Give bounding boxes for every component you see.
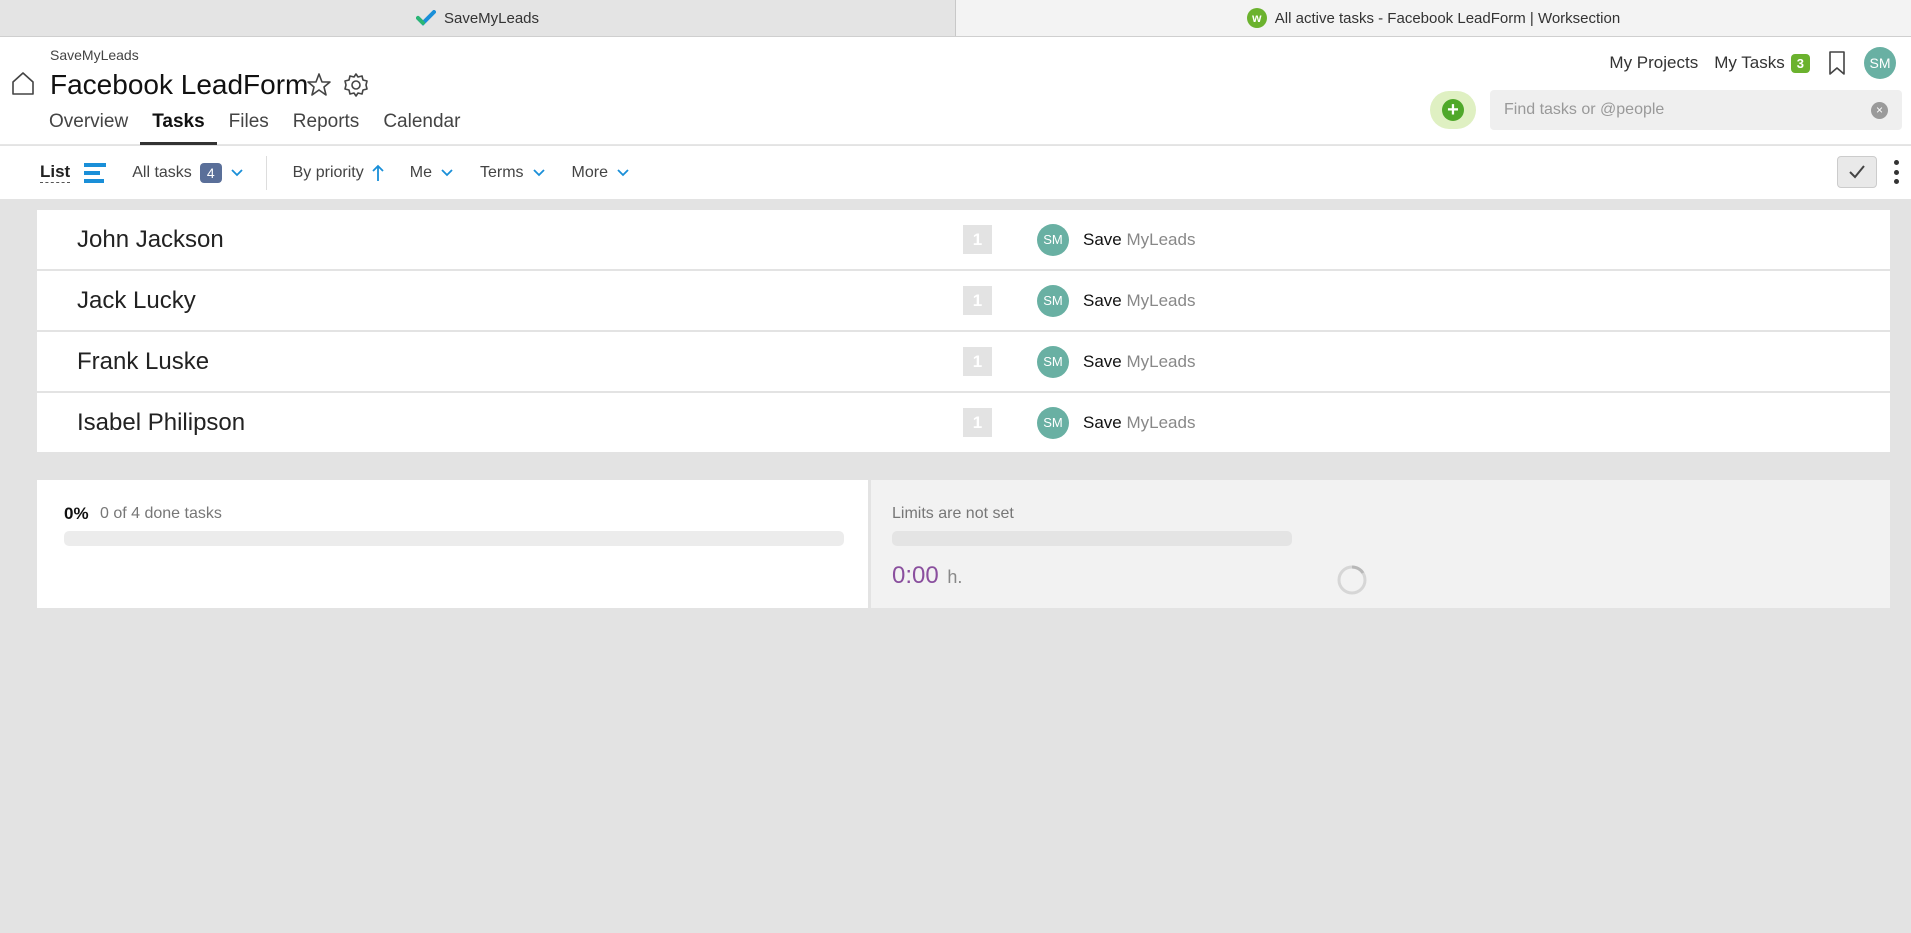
chevron-down-icon	[532, 169, 545, 177]
more-options-icon[interactable]	[1893, 160, 1899, 184]
assignee-name[interactable]: Save MyLeads	[1083, 352, 1195, 372]
tab-files[interactable]: Files	[217, 108, 281, 145]
sort-by-priority[interactable]: By priority	[293, 164, 384, 182]
tasks-toolbar: List All tasks 4 By priority Me Terms Mo…	[0, 146, 1911, 199]
browser-tab-title: SaveMyLeads	[443, 9, 540, 27]
add-task-button[interactable]: +	[1430, 91, 1476, 129]
bookmark-icon[interactable]	[1826, 50, 1848, 76]
browser-tab-savemyleads[interactable]: SaveMyLeads	[0, 0, 956, 36]
all-tasks-label: All tasks	[132, 163, 192, 181]
more-filter[interactable]: More	[572, 164, 630, 182]
chevron-down-icon	[617, 169, 629, 177]
assignee-avatar: SM	[1037, 345, 1069, 378]
tab-reports[interactable]: Reports	[281, 108, 372, 145]
page-title: Facebook LeadForm	[50, 69, 309, 100]
assignee-first: Save	[1083, 412, 1122, 432]
gear-icon[interactable]	[342, 71, 370, 99]
assignee-filter[interactable]: Me	[410, 164, 454, 182]
task-row[interactable]: John Jackson 1 SM Save MyLeads	[37, 210, 1890, 269]
tab-calendar[interactable]: Calendar	[371, 108, 472, 145]
browser-tab-title: All active tasks - Facebook LeadForm | W…	[1274, 9, 1621, 27]
task-list: John Jackson 1 SM Save MyLeads Jack Luck…	[37, 210, 1890, 454]
assignee-name[interactable]: Save MyLeads	[1083, 291, 1195, 311]
my-tasks-count-badge: 3	[1790, 54, 1810, 73]
all-tasks-filter[interactable]: All tasks 4	[132, 162, 243, 183]
tab-tasks[interactable]: Tasks	[140, 108, 217, 145]
clear-search-icon[interactable]: ×	[1871, 101, 1888, 119]
priority-badge: 1	[963, 225, 992, 254]
assignee-first: Save	[1083, 351, 1122, 371]
task-name[interactable]: Jack Lucky	[77, 287, 196, 315]
limits-bar	[892, 531, 1292, 546]
time-unit: h.	[947, 567, 963, 587]
worksection-icon: w	[1246, 8, 1267, 28]
task-count-badge: 4	[199, 162, 222, 183]
task-name[interactable]: Frank Luske	[77, 348, 209, 376]
loading-spinner-icon	[1337, 565, 1367, 595]
progress-bar	[64, 531, 844, 546]
my-tasks-link[interactable]: My Tasks 3	[1714, 53, 1810, 73]
task-row[interactable]: Isabel Philipson 1 SM Save MyLeads	[37, 393, 1890, 452]
toolbar-divider	[265, 155, 267, 190]
home-icon[interactable]	[10, 70, 36, 96]
assignee-first: Save	[1083, 229, 1122, 249]
assignee-filter-label: Me	[409, 163, 432, 181]
task-name[interactable]: John Jackson	[77, 226, 224, 254]
view-list-toggle[interactable]: List	[40, 162, 71, 183]
star-icon[interactable]	[305, 71, 333, 99]
time-limits-panel: Limits are not set 0:00 h.	[871, 480, 1890, 608]
terms-filter[interactable]: Terms	[480, 164, 546, 182]
chevron-down-icon	[230, 169, 243, 177]
stats-area: 0% 0 of 4 done tasks Limits are not set …	[37, 480, 1890, 608]
assignee-name[interactable]: Save MyLeads	[1083, 230, 1195, 250]
tab-overview[interactable]: Overview	[37, 108, 140, 145]
assignee-last: MyLeads	[1126, 229, 1196, 249]
assignee-last: MyLeads	[1126, 412, 1196, 432]
assignee-first: Save	[1083, 290, 1122, 310]
task-row[interactable]: Jack Lucky 1 SM Save MyLeads	[37, 271, 1890, 330]
more-label: More	[571, 163, 608, 181]
priority-badge: 1	[963, 347, 992, 376]
terms-label: Terms	[479, 163, 524, 181]
list-view-icon[interactable]	[84, 162, 107, 183]
task-row[interactable]: Frank Luske 1 SM Save MyLeads	[37, 332, 1890, 391]
progress-panel: 0% 0 of 4 done tasks	[37, 480, 868, 608]
show-completed-button[interactable]	[1837, 156, 1877, 188]
checkmark-icon	[1849, 165, 1865, 179]
project-header: SaveMyLeads Facebook LeadForm Overview T…	[0, 37, 1911, 145]
assignee-last: MyLeads	[1126, 351, 1196, 371]
plus-icon: +	[1442, 99, 1464, 121]
done-tasks-text: 0 of 4 done tasks	[100, 505, 222, 522]
assignee-avatar: SM	[1037, 406, 1069, 439]
priority-badge: 1	[963, 286, 992, 315]
limits-text: Limits are not set	[892, 505, 1014, 522]
assignee-name[interactable]: Save MyLeads	[1083, 413, 1195, 433]
browser-tab-strip: SaveMyLeads w All active tasks - Faceboo…	[0, 0, 1911, 37]
breadcrumb[interactable]: SaveMyLeads	[50, 47, 139, 63]
priority-badge: 1	[963, 408, 992, 437]
assignee-avatar: SM	[1037, 284, 1069, 317]
time-spent: 0:00 h.	[892, 562, 962, 590]
arrow-up-icon	[372, 164, 384, 181]
my-projects-link[interactable]: My Projects	[1609, 53, 1698, 73]
my-tasks-label: My Tasks	[1714, 53, 1785, 72]
top-right-menu: My Projects My Tasks 3 SM	[1609, 47, 1896, 79]
progress-percent: 0%	[64, 504, 89, 523]
chevron-down-icon	[441, 169, 453, 177]
search-input[interactable]	[1504, 101, 1871, 119]
search-box: ×	[1490, 90, 1902, 130]
project-nav: Overview Tasks Files Reports Calendar	[37, 108, 472, 145]
sort-label: By priority	[292, 163, 364, 181]
assignee-avatar: SM	[1037, 223, 1069, 256]
assignee-last: MyLeads	[1126, 290, 1196, 310]
task-name[interactable]: Isabel Philipson	[77, 409, 245, 437]
user-avatar[interactable]: SM	[1864, 47, 1896, 79]
time-value: 0:00	[892, 562, 939, 589]
savemyleads-check-icon	[415, 8, 436, 28]
browser-tab-worksection[interactable]: w All active tasks - Facebook LeadForm |…	[956, 0, 1911, 36]
